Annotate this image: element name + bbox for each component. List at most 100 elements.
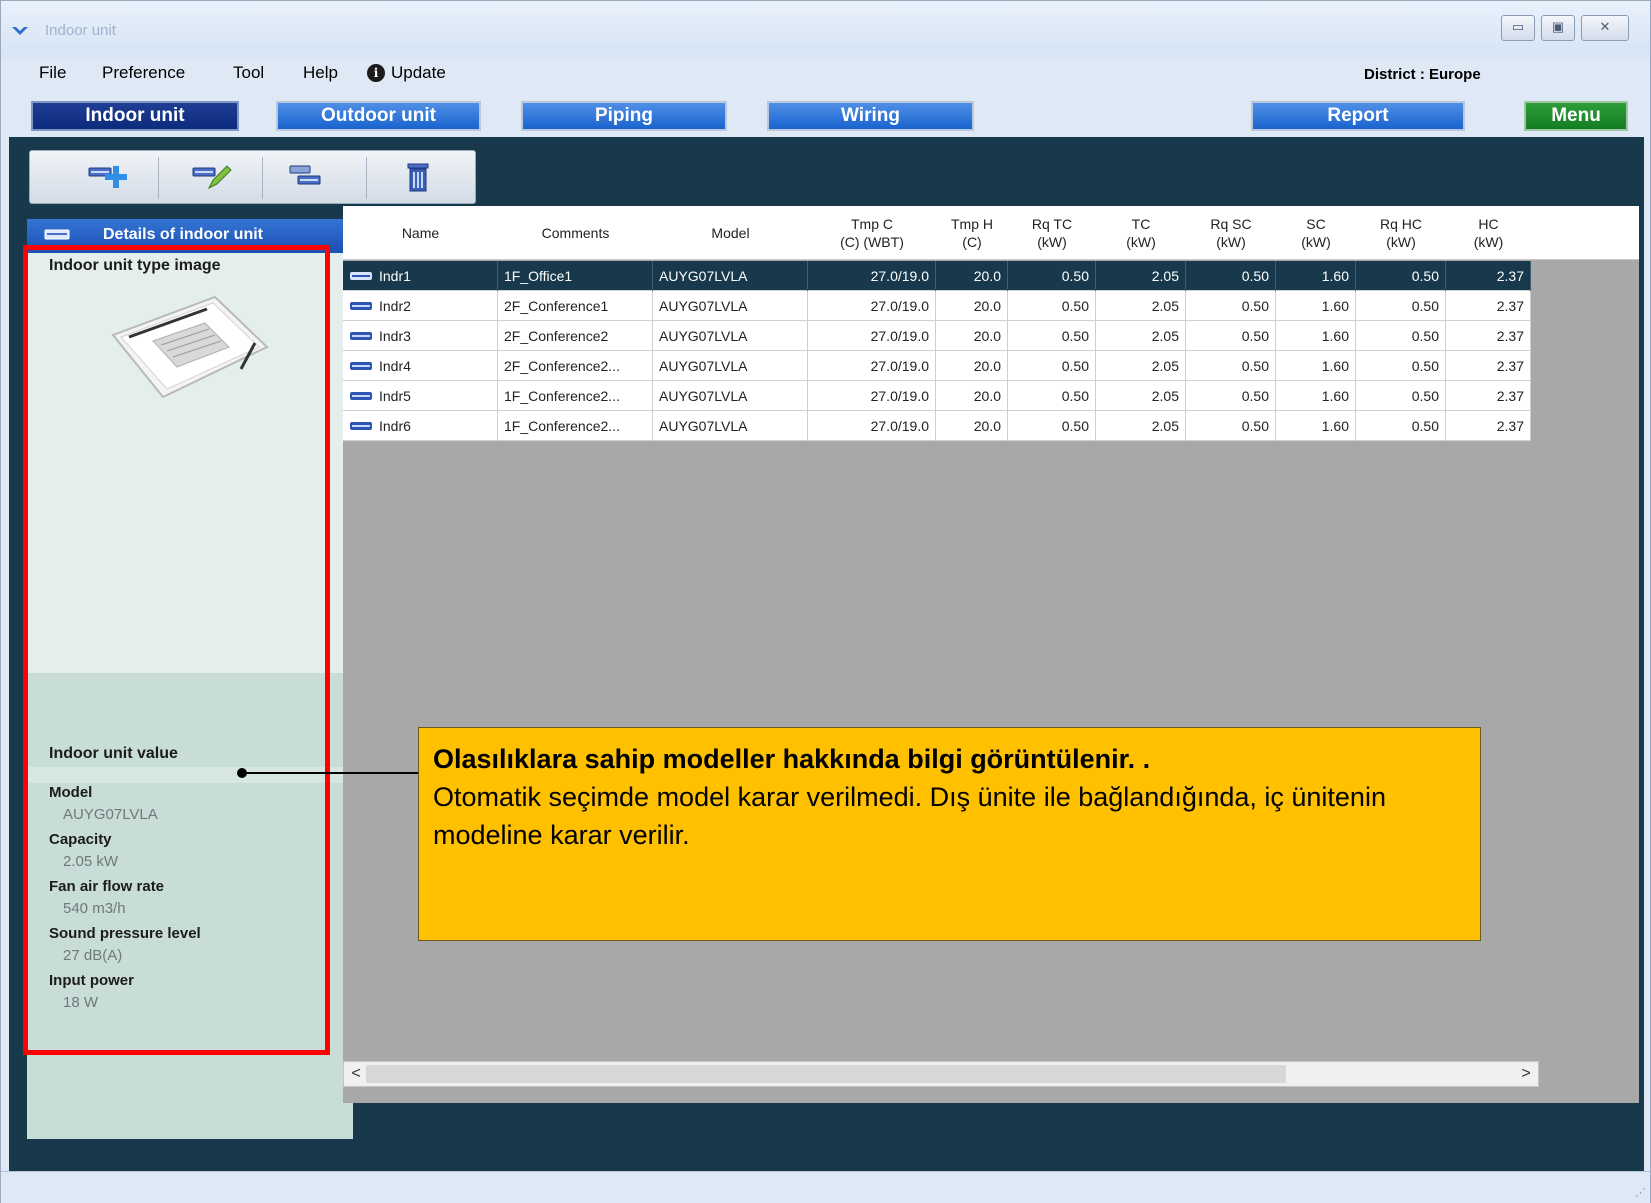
- menu-tool[interactable]: Tool: [233, 63, 264, 83]
- cell-rq-tc: 0.50: [1008, 381, 1096, 411]
- cell-name: Indr2: [343, 291, 498, 321]
- fan-flow-value: 540 m3/h: [63, 900, 126, 917]
- cell-hc: 2.37: [1446, 411, 1531, 441]
- column-header-label: Name: [401, 225, 440, 241]
- copy-unit-button[interactable]: [275, 158, 335, 196]
- column-header-rq-tc[interactable]: Rq TC (kW): [1008, 206, 1096, 260]
- minimize-button[interactable]: ▭: [1501, 15, 1535, 41]
- cell-comments: 2F_Conference2: [498, 321, 653, 351]
- table-row[interactable]: Indr4 2F_Conference2... AUYG07LVLA 27.0/19.…: [343, 351, 1531, 381]
- unit-name: Indr1: [379, 268, 411, 284]
- cell-rq-tc: 0.50: [1008, 291, 1096, 321]
- add-unit-button[interactable]: [78, 158, 138, 196]
- column-header-tmp-h[interactable]: Tmp H (C): [936, 206, 1008, 260]
- menu-update[interactable]: i Update: [367, 63, 446, 83]
- column-header-comments[interactable]: Comments: [498, 206, 653, 260]
- column-header-rq-hc[interactable]: Rq HC (kW): [1356, 206, 1446, 260]
- type-image-label: Indoor unit type image: [49, 257, 221, 274]
- cell-rq-hc: 0.50: [1356, 381, 1446, 411]
- column-header-hc[interactable]: HC (kW): [1446, 206, 1531, 260]
- cell-rq-tc: 0.50: [1008, 321, 1096, 351]
- cell-tmp-c: 27.0/19.0: [808, 291, 936, 321]
- unit-name: Indr4: [379, 358, 411, 374]
- cell-model: AUYG07LVLA: [653, 411, 808, 441]
- maximize-button[interactable]: ▣: [1541, 15, 1575, 41]
- sound-level-key: Sound pressure level: [49, 925, 201, 942]
- column-header-unit: (kW): [1216, 234, 1246, 250]
- fan-flow-key: Fan air flow rate: [49, 878, 165, 895]
- column-header-label: Rq SC: [1210, 216, 1252, 232]
- table-row[interactable]: Indr3 2F_Conference2 AUYG07LVLA 27.0/19.0 20…: [343, 321, 1531, 351]
- horizontal-scrollbar[interactable]: < >: [343, 1061, 1539, 1087]
- tab-wiring[interactable]: Wiring: [767, 101, 974, 131]
- tab-piping[interactable]: Piping: [521, 101, 727, 131]
- column-header-rq-sc[interactable]: Rq SC (kW): [1186, 206, 1276, 260]
- table-row[interactable]: Indr2 2F_Conference1 AUYG07LVLA 27.0/19.0 20…: [343, 291, 1531, 321]
- model-value: AUYG07LVLA: [63, 806, 158, 823]
- cell-tmp-h: 20.0: [936, 291, 1008, 321]
- column-header-unit: (kW): [1386, 234, 1416, 250]
- tab-report[interactable]: Report: [1251, 101, 1465, 131]
- column-header-label: SC: [1306, 216, 1326, 232]
- menu-file[interactable]: File: [39, 63, 66, 83]
- menu-preference[interactable]: Preference: [102, 63, 185, 83]
- annotation-callout: Olasılıklara sahip modeller hakkında bil…: [418, 727, 1481, 941]
- edit-unit-button[interactable]: [182, 158, 242, 196]
- table-header: Name Comments Model Tmp C (C) (WBT) Tmp H (C) R…: [343, 206, 1639, 260]
- table-row[interactable]: Indr1 1F_Office1 AUYG07LVLA 27.0/19.0 20.0 0.…: [343, 261, 1531, 291]
- delete-unit-button[interactable]: [388, 158, 448, 196]
- cell-tmp-c: 27.0/19.0: [808, 261, 936, 291]
- close-icon: ✕: [1599, 19, 1611, 34]
- cell-tc: 2.05: [1096, 381, 1186, 411]
- input-power-value: 18 W: [63, 994, 99, 1011]
- cell-tc: 2.05: [1096, 411, 1186, 441]
- cell-tc: 2.05: [1096, 291, 1186, 321]
- table-row[interactable]: Indr5 1F_Conference2... AUYG07LVLA 27.0/19.…: [343, 381, 1531, 411]
- column-header-unit: (C) (WBT): [840, 234, 904, 250]
- cell-tc: 2.05: [1096, 351, 1186, 381]
- unit-name: Indr6: [379, 418, 411, 434]
- cell-hc: 2.37: [1446, 351, 1531, 381]
- column-header-unit: (kW): [1126, 234, 1156, 250]
- tab-indoor-unit[interactable]: Indoor unit: [31, 101, 239, 131]
- tab-outdoor-unit[interactable]: Outdoor unit: [276, 101, 481, 131]
- indoor-unit-icon: [350, 392, 372, 400]
- column-header-tc[interactable]: TC (kW): [1096, 206, 1186, 260]
- cell-rq-sc: 0.50: [1186, 351, 1276, 381]
- column-header-label: Tmp H: [951, 216, 993, 232]
- scrollbar-thumb[interactable]: [366, 1065, 1286, 1083]
- unit-name: Indr3: [379, 328, 411, 344]
- menu-help[interactable]: Help: [303, 63, 338, 83]
- input-power-key: Input power: [49, 972, 134, 989]
- column-header-label: Model: [711, 225, 750, 241]
- column-header-unit: (C): [962, 234, 982, 250]
- cell-tc: 2.05: [1096, 261, 1186, 291]
- copy-unit-icon: [289, 165, 321, 185]
- table-row[interactable]: Indr6 1F_Conference2... AUYG07LVLA 27.0/19.…: [343, 411, 1531, 441]
- column-header-label: HC: [1478, 216, 1499, 232]
- cassette-unit-image: [111, 295, 269, 399]
- cell-sc: 1.60: [1276, 351, 1356, 381]
- cell-rq-sc: 0.50: [1186, 261, 1276, 291]
- info-icon: i: [367, 64, 385, 82]
- column-header-sc[interactable]: SC (kW): [1276, 206, 1356, 260]
- scroll-left-icon[interactable]: <: [346, 1063, 366, 1085]
- resize-grip-icon[interactable]: ⋰: [1635, 1186, 1646, 1199]
- cell-name: Indr4: [343, 351, 498, 381]
- indoor-unit-table: Name Comments Model Tmp C (C) (WBT) Tmp H (C) R…: [343, 206, 1639, 1103]
- column-header-model[interactable]: Model: [653, 206, 808, 260]
- cell-tmp-c: 27.0/19.0: [808, 381, 936, 411]
- column-header-label: Comments: [541, 225, 610, 241]
- cell-sc: 1.60: [1276, 261, 1356, 291]
- cell-name: Indr5: [343, 381, 498, 411]
- scroll-right-icon[interactable]: >: [1516, 1063, 1536, 1085]
- menu-button[interactable]: Menu: [1524, 101, 1628, 131]
- app-icon: [12, 27, 28, 35]
- close-button[interactable]: ✕: [1581, 15, 1629, 41]
- column-header-tmp-c[interactable]: Tmp C (C) (WBT): [808, 206, 936, 260]
- column-header-name[interactable]: Name: [343, 206, 498, 260]
- cell-comments: 1F_Office1: [498, 261, 653, 291]
- unit-name: Indr2: [379, 298, 411, 314]
- cell-model: AUYG07LVLA: [653, 261, 808, 291]
- tab-bar: Indoor unit Outdoor unit Piping Wiring R…: [1, 93, 1650, 137]
